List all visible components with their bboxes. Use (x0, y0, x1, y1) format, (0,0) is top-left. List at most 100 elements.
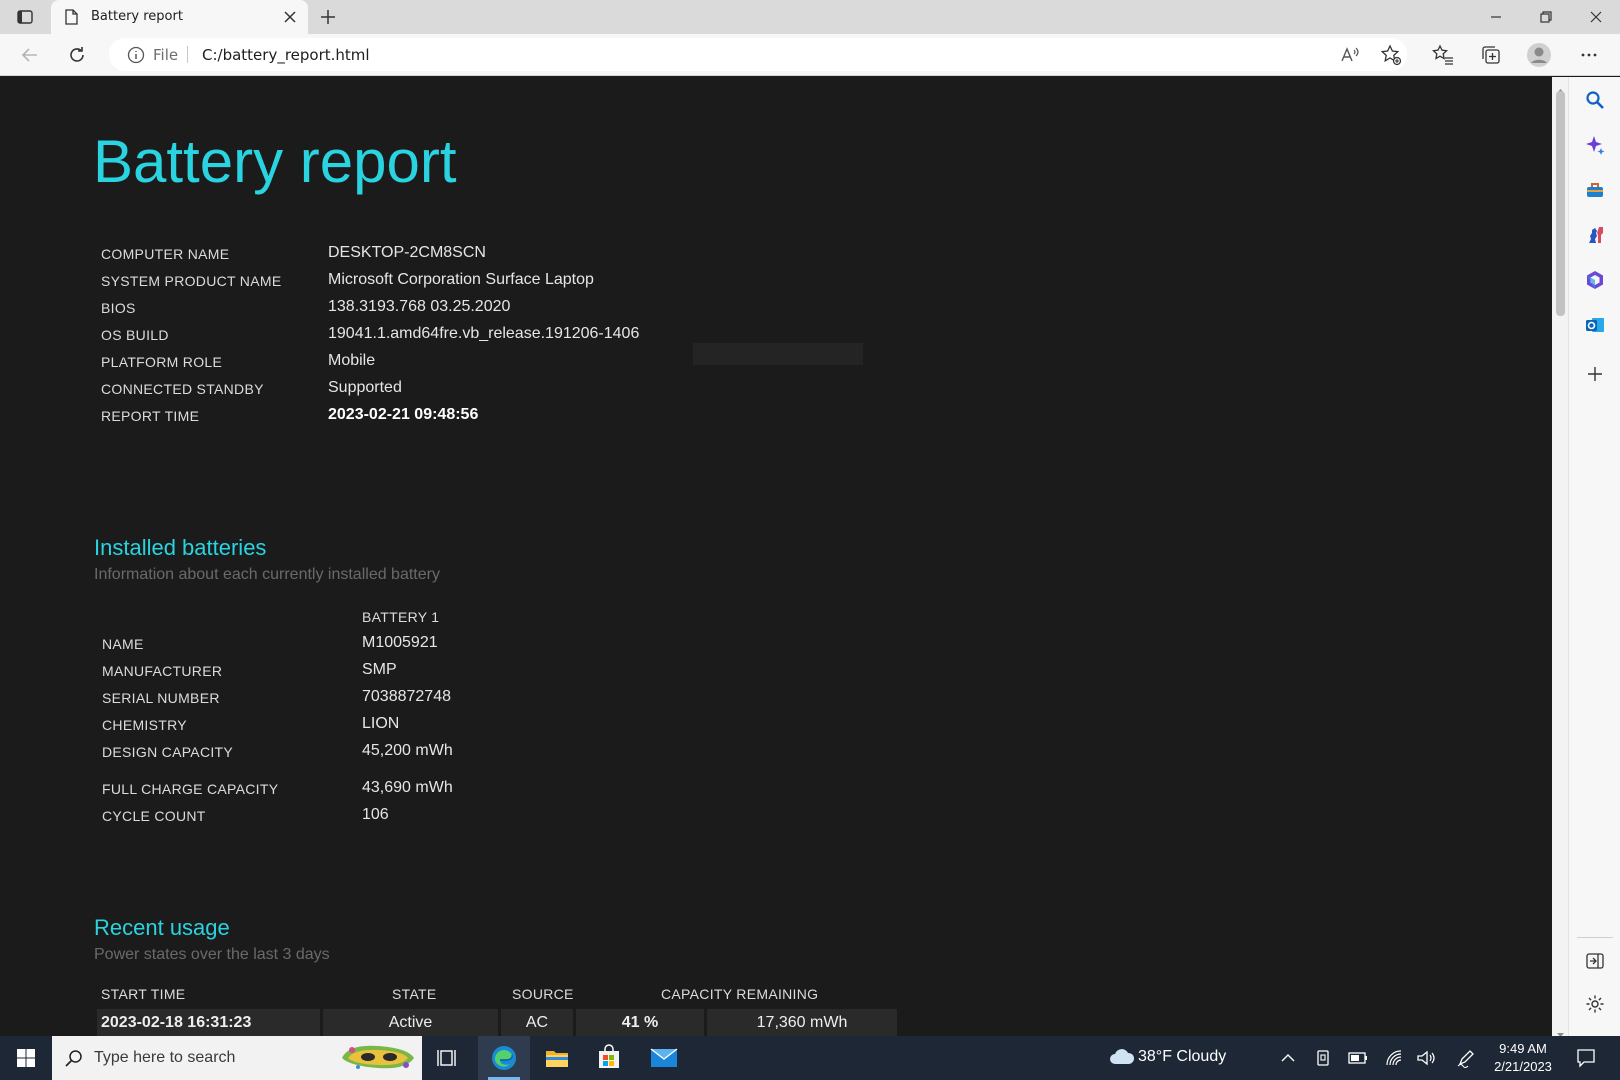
outlook-icon[interactable] (1584, 314, 1606, 336)
windows-start-icon[interactable] (14, 1046, 38, 1070)
start-time-cell: 2023-02-18 16:31:23 (97, 1009, 320, 1036)
cloud-icon (1108, 1046, 1136, 1072)
restore-button[interactable] (1536, 7, 1556, 27)
minimize-button[interactable] (1486, 7, 1506, 27)
info-label: CONNECTED STANDBY (101, 381, 264, 397)
tab-title: Battery report (91, 9, 183, 24)
taskbar-edge-active[interactable] (478, 1036, 530, 1080)
profile-avatar[interactable] (1526, 42, 1552, 68)
hide-sidebar-icon[interactable] (1584, 950, 1606, 972)
task-view-icon[interactable] (436, 1046, 460, 1070)
address-url[interactable]: C:/battery_report.html (202, 46, 370, 64)
source-cell: AC (501, 1009, 573, 1036)
info-label: REPORT TIME (101, 408, 200, 424)
gear-icon[interactable] (1584, 993, 1606, 1015)
info-value: Microsoft Corporation Surface Laptop (328, 271, 594, 288)
more-options-icon[interactable] (1578, 44, 1600, 66)
search-placeholder: Type here to search (94, 1049, 236, 1066)
info-value: 19041.1.amd64fre.vb_release.191206-1406 (328, 325, 640, 342)
tools-icon[interactable] (1584, 179, 1606, 201)
close-tab-icon[interactable] (282, 9, 298, 25)
capacity-cell: 17,360 mWh (707, 1009, 897, 1036)
weather-text[interactable]: 38°F Cloudy (1138, 1048, 1226, 1066)
battery-value: 7038872748 (362, 688, 451, 705)
battery-label: FULL CHARGE CAPACITY (102, 781, 279, 797)
search-icon[interactable] (1584, 89, 1606, 111)
games-icon[interactable] (1584, 224, 1606, 246)
refresh-icon[interactable] (66, 44, 88, 66)
percent-cell: 41 % (576, 1009, 704, 1036)
address-scheme: File (153, 46, 179, 64)
info-value: Mobile (328, 352, 376, 369)
info-label: SYSTEM PRODUCT NAME (101, 273, 282, 289)
info-label: PLATFORM ROLE (101, 354, 223, 370)
battery-value: LION (362, 715, 400, 732)
column-header-capacity: CAPACITY REMAINING (661, 986, 819, 1002)
battery-label: NAME (102, 636, 144, 652)
browser-toolbar: File C:/battery_report.html (0, 34, 1620, 76)
faint-overlay (693, 343, 863, 365)
mail-icon[interactable] (650, 1045, 678, 1071)
battery-value: M1005921 (362, 634, 438, 651)
info-icon[interactable] (127, 46, 145, 68)
battery-value: 43,690 mWh (362, 779, 453, 796)
column-header-source: SOURCE (512, 986, 574, 1002)
wifi-icon[interactable] (1384, 1048, 1404, 1068)
volume-icon[interactable] (1416, 1048, 1436, 1068)
clock-date: 2/21/2023 (1494, 1059, 1552, 1074)
office-icon[interactable] (1584, 269, 1606, 291)
address-bar[interactable]: File C:/battery_report.html (109, 38, 1407, 71)
info-label: BIOS (101, 300, 136, 316)
battery-value: 45,200 mWh (362, 742, 453, 759)
tab-battery-report[interactable]: Battery report (51, 0, 308, 34)
notification-icon[interactable] (1574, 1046, 1598, 1070)
scroll-down-icon[interactable] (1556, 1024, 1565, 1037)
add-favorite-icon[interactable] (1380, 44, 1402, 66)
document-icon (65, 9, 78, 29)
column-header-start-time: START TIME (101, 986, 186, 1002)
tab-actions-icon[interactable] (14, 7, 36, 27)
scrollbar-thumb[interactable] (1556, 91, 1565, 316)
favorites-icon[interactable] (1432, 44, 1454, 66)
taskbar-search-input[interactable]: Type here to search (52, 1036, 422, 1080)
battery-label: MANUFACTURER (102, 663, 223, 679)
recent-usage-heading: Recent usage (94, 915, 230, 940)
discover-sparkle-icon[interactable] (1584, 134, 1606, 156)
chevron-up-icon[interactable] (1280, 1050, 1296, 1066)
installed-batteries-heading: Installed batteries (94, 535, 267, 560)
state-cell: Active (323, 1009, 498, 1036)
sidebar-divider (1577, 937, 1613, 938)
battery-icon[interactable] (1348, 1049, 1368, 1067)
column-header-state: STATE (392, 986, 437, 1002)
page-title: Battery report (93, 128, 457, 195)
new-tab-button[interactable] (318, 7, 338, 27)
battery-label: SERIAL NUMBER (102, 690, 220, 706)
back-icon[interactable] (19, 44, 41, 66)
device-icon[interactable] (1314, 1049, 1332, 1067)
clock-time: 9:49 AM (1499, 1041, 1547, 1056)
info-value: 138.3193.768 03.25.2020 (328, 298, 511, 315)
report-page: Battery report COMPUTER NAME DESKTOP-2CM… (0, 77, 1552, 1036)
taskbar: Type here to search 38°F Cloudy 9:49 AM … (0, 1036, 1620, 1080)
store-icon[interactable] (596, 1044, 622, 1070)
scroll-up-icon[interactable] (1556, 80, 1565, 93)
info-label: COMPUTER NAME (101, 246, 230, 262)
read-aloud-icon[interactable] (1339, 44, 1361, 66)
info-value: Supported (328, 379, 402, 396)
battery-label: CHEMISTRY (102, 717, 187, 733)
close-window-button[interactable] (1586, 7, 1606, 27)
file-explorer-icon[interactable] (544, 1045, 570, 1071)
installed-batteries-subheading: Information about each currently install… (94, 566, 440, 583)
collections-icon[interactable] (1480, 44, 1502, 66)
search-icon (64, 1048, 84, 1072)
battery-value: SMP (362, 661, 397, 678)
taskbar-clock[interactable]: 9:49 AM 2/21/2023 (1490, 1040, 1556, 1076)
info-value: DESKTOP-2CM8SCN (328, 244, 486, 261)
page-scrollbar[interactable] (1552, 77, 1568, 1037)
pen-icon[interactable] (1456, 1048, 1476, 1068)
address-separator (187, 46, 188, 63)
add-icon[interactable] (1584, 363, 1606, 385)
edge-sidebar (1568, 77, 1620, 1036)
battery-column-header: BATTERY 1 (362, 609, 440, 625)
battery-value: 106 (362, 806, 389, 823)
